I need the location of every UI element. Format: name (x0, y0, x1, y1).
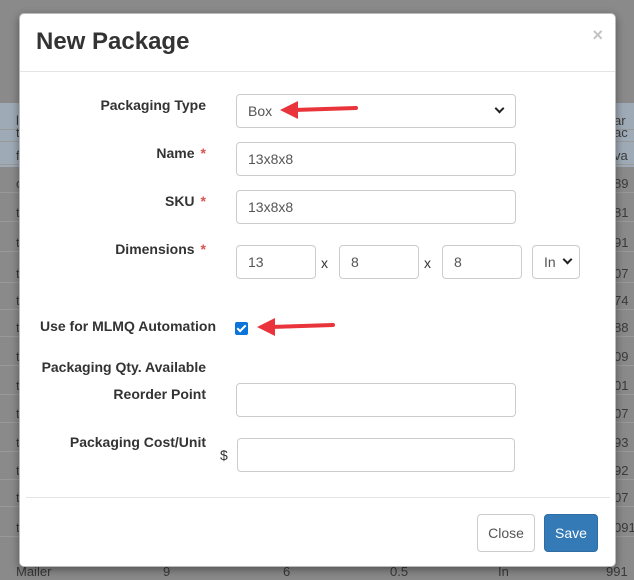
dimension-separator: x (321, 255, 328, 271)
close-button[interactable]: Close (477, 514, 535, 552)
red-arrow-icon (280, 101, 358, 119)
chevron-down-icon (562, 254, 573, 265)
reorder-point-input[interactable] (236, 383, 516, 417)
dimension-unit-value: In (544, 254, 556, 270)
packaging-type-value: Box (248, 103, 273, 119)
dimension-separator: x (424, 255, 431, 271)
modal-header: New Package × (20, 14, 615, 72)
background-cell-right: 91 (614, 235, 629, 250)
background-cell-right: 88 (614, 320, 629, 335)
dimensions-label: Dimensions * (80, 241, 206, 257)
name-label: Name * (80, 145, 206, 161)
dimension-unit-select[interactable]: In (532, 245, 580, 279)
background-cell-right: va (614, 148, 628, 163)
currency-symbol: $ (220, 447, 228, 463)
background-cell-right: 93 (614, 435, 629, 450)
chevron-down-icon (494, 103, 505, 114)
background-cell-right: 091 (614, 520, 634, 535)
qty-available-label: Packaging Qty. Available (41, 359, 206, 375)
cost-unit-input[interactable] (237, 438, 515, 472)
background-cell-right: 01 (614, 378, 629, 393)
reorder-point-label: Reorder Point (113, 386, 206, 402)
background-cell-right: ac (614, 125, 628, 140)
dimension-height-input[interactable]: 8 (442, 245, 522, 279)
name-input[interactable]: 13x8x8 (236, 142, 516, 176)
background-cell-right: 92 (614, 463, 629, 478)
sku-input[interactable]: 13x8x8 (236, 190, 516, 224)
mlmq-automation-label: Use for MLMQ Automation (39, 318, 216, 334)
required-marker: * (200, 193, 206, 209)
cost-unit-label: Packaging Cost/Unit (69, 434, 206, 450)
background-cell-right: 07 (614, 266, 629, 281)
background-cell-right: 09 (614, 349, 629, 364)
sku-label: SKU * (80, 193, 206, 209)
sku-label-text: SKU (164, 193, 195, 209)
dimension-length-input[interactable]: 13 (236, 245, 316, 279)
background-cell-right: 81 (614, 205, 629, 220)
packaging-type-label: Packaging Type (100, 97, 206, 113)
close-icon[interactable]: × (592, 26, 603, 44)
background-cell-right: 07 (614, 490, 629, 505)
mlmq-automation-checkbox[interactable] (235, 322, 248, 335)
background-cell-right: 74 (614, 293, 629, 308)
required-marker: * (200, 145, 206, 161)
required-marker: * (200, 241, 206, 257)
footer-divider (26, 497, 610, 498)
modal-title: New Package (36, 28, 190, 55)
background-cell-right: 07 (614, 406, 629, 421)
dimension-width-input[interactable]: 8 (339, 245, 419, 279)
save-button[interactable]: Save (544, 514, 598, 552)
dimensions-label-text: Dimensions (115, 241, 195, 257)
background-cell-right: 89 (614, 176, 629, 191)
name-label-text: Name (156, 145, 195, 161)
red-arrow-icon (257, 318, 335, 336)
